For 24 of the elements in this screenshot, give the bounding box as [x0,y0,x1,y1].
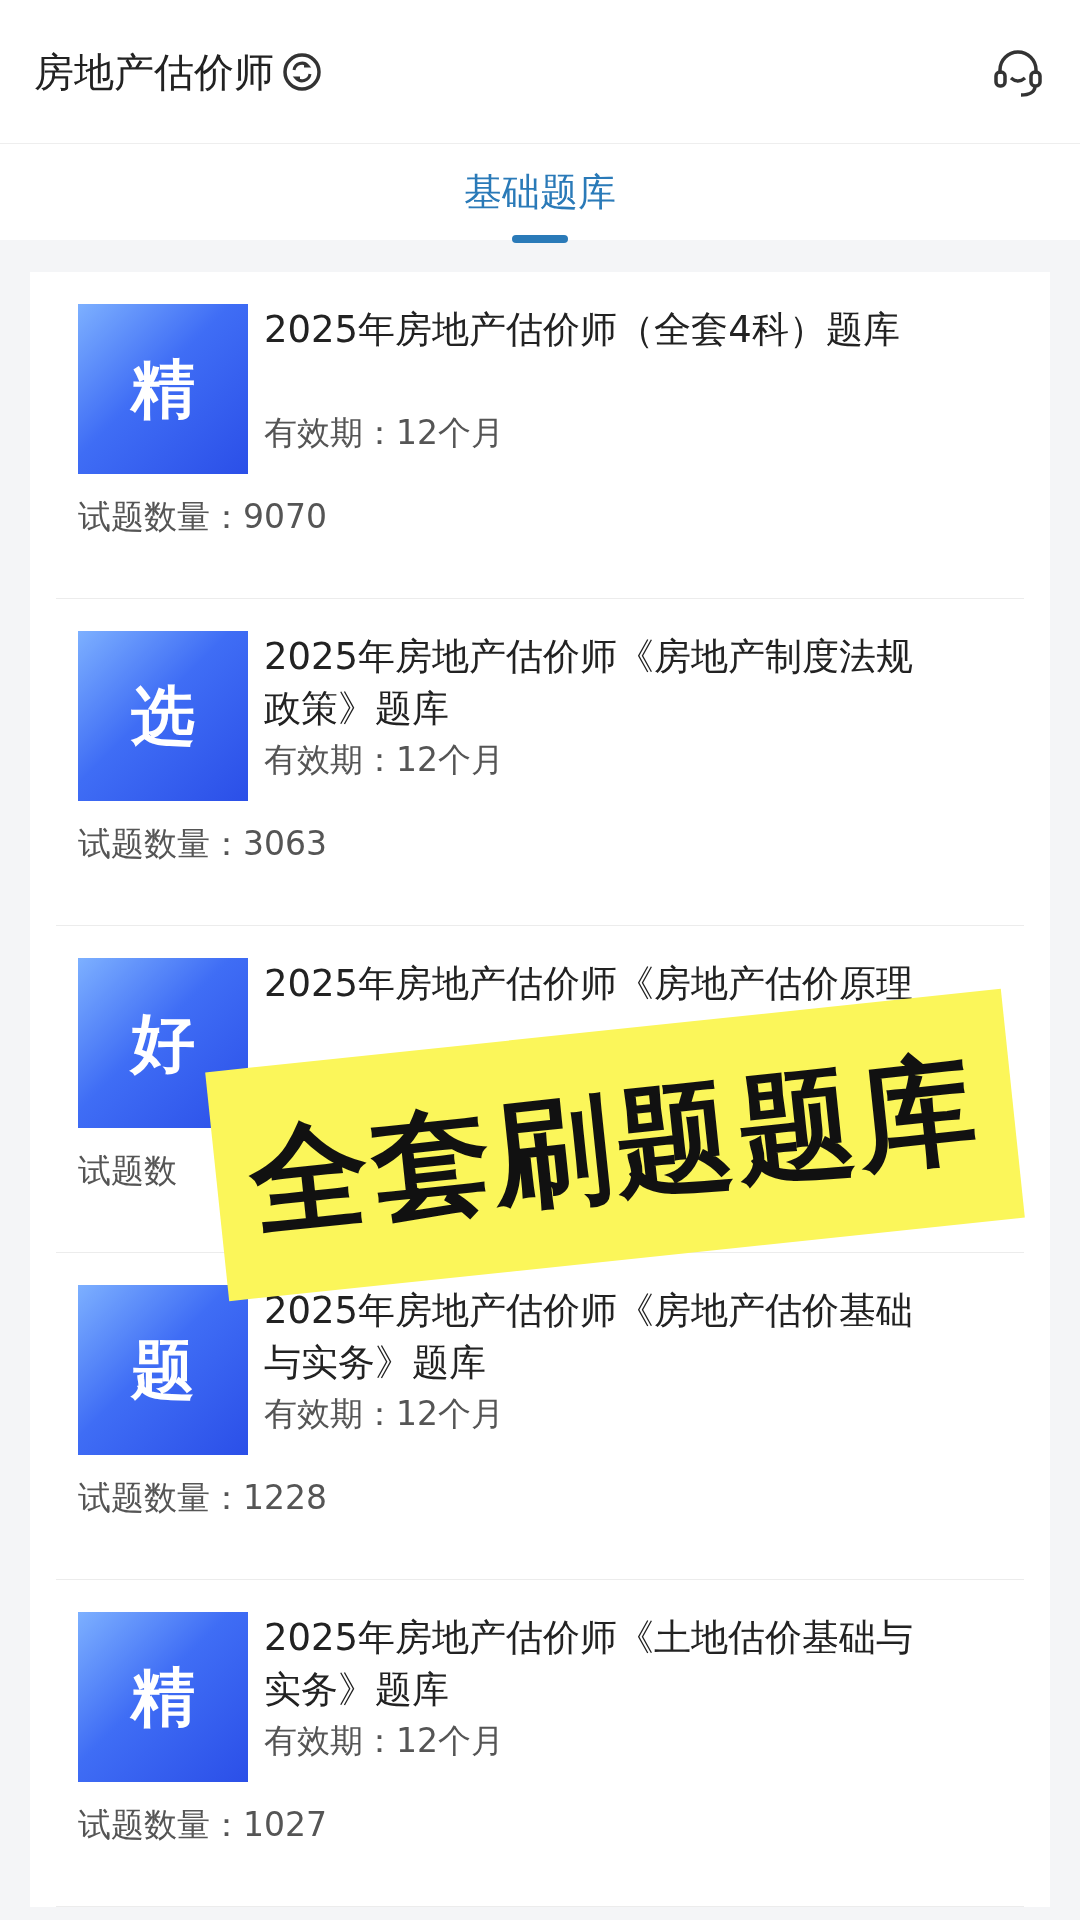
count-label: 试题数量： [78,1804,243,1846]
cover-tile: 精 [78,1612,248,1782]
cover-tile: 题 [78,1285,248,1455]
count-label: 试题数量： [78,1477,243,1519]
cover-tile: 精 [78,304,248,474]
count-label: 试题数 [78,1150,177,1192]
count-value: 1228 [243,1477,327,1519]
bank-title[interactable]: 2025年房地产估价师（全套4科）题库 [264,304,934,356]
switch-icon[interactable] [282,51,322,92]
cover-tile: 选 [78,631,248,801]
bank-title[interactable]: 2025年房地产估价师《房地产制度法规政策》题库 [264,631,934,735]
validity-text: 有效期：12个月 [264,1720,505,1762]
count-value: 9070 [243,496,327,538]
bank-title[interactable]: 2025年房地产估价师《土地估价基础与实务》题库 [264,1612,934,1716]
count-label: 试题数量： [78,823,243,865]
validity-text: 有效期：12个月 [264,1393,505,1435]
count-value: 3063 [243,823,327,865]
count-value: 1027 [243,1804,327,1846]
count-label: 试题数量： [78,496,243,538]
tab[interactable]: 基础题库 [464,144,616,240]
validity-text: 有效期：12个月 [264,739,505,781]
validity-text: 有效期：12个月 [264,412,505,454]
app-title: 房地产估价师 [34,47,274,97]
cover-tile: 好 [78,958,248,1128]
